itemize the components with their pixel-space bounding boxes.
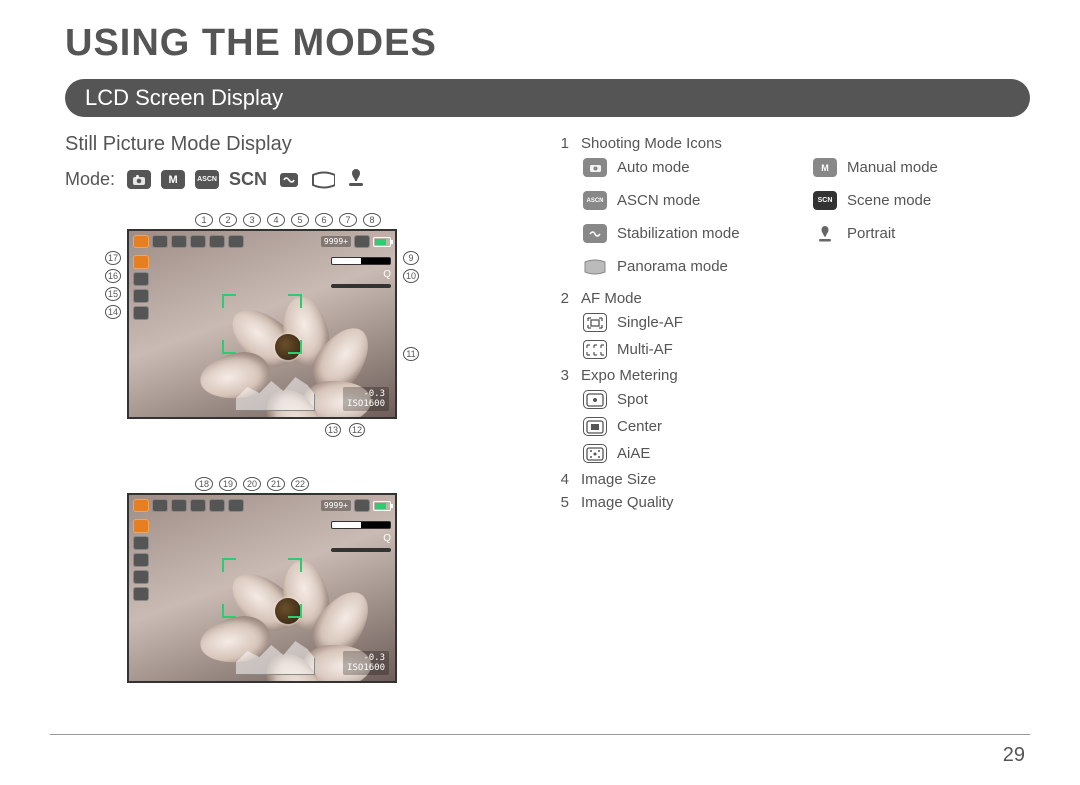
- subsection-title: Still Picture Mode Display: [65, 133, 525, 156]
- single-af-icon: [583, 313, 607, 332]
- info-readout: -0.3 ISO1600: [343, 387, 389, 411]
- quality-chip: [209, 235, 225, 248]
- legend-panel: 1 Shooting Mode Icons Auto mode M Manual…: [555, 129, 1030, 723]
- stabilization-icon: [583, 224, 607, 243]
- side-chip-4: [133, 306, 149, 320]
- info-readout: -0.3 ISO1600: [343, 651, 389, 675]
- portrait-icon: [813, 224, 837, 243]
- legend-single-af: Single-AF: [617, 314, 683, 331]
- metering-chip: [171, 235, 187, 248]
- legend-scene: Scene mode: [847, 192, 931, 209]
- legend-multi-af: Multi-AF: [617, 341, 673, 358]
- af-chip: [152, 235, 168, 248]
- callouts-left-1: 17 16 15 14: [105, 229, 121, 319]
- legend-ascn: ASCN mode: [617, 192, 700, 209]
- lcd-preview-1: 9999+: [127, 229, 397, 419]
- legend-4: 4 Image Size: [555, 471, 1030, 488]
- mode-label: Mode:: [65, 169, 115, 190]
- panorama-icon: [583, 257, 607, 276]
- spot-icon: [583, 390, 607, 409]
- callouts-top-1: 1 2 3 4 5 6 7 8: [105, 213, 525, 227]
- battery-icon: [373, 501, 391, 511]
- legend-1: 1 Shooting Mode Icons: [555, 135, 1030, 152]
- sd-chip: [354, 235, 370, 248]
- legend-stab: Stabilization mode: [617, 225, 740, 242]
- center-icon: [583, 417, 607, 436]
- footer-rule: [50, 734, 1030, 735]
- portrait-icon: [345, 166, 367, 193]
- side-chip-2: [133, 272, 149, 286]
- scn-icon: SCN: [813, 191, 837, 210]
- callouts-right-1: 9 10 11: [403, 229, 419, 361]
- battery-icon: [373, 237, 391, 247]
- stabilization-icon: [277, 170, 301, 189]
- side-chip-3: [133, 289, 149, 303]
- shooting-mode-chip: [133, 235, 149, 248]
- mode-line: Mode: M ASCN SCN: [65, 166, 525, 193]
- callouts-bottom-1: 13 12: [105, 423, 525, 437]
- chip-6: [228, 235, 244, 248]
- scn-icon-plain: SCN: [229, 169, 267, 190]
- legend-portrait: Portrait: [847, 225, 895, 242]
- callouts-top-2: 18 19 20 21 22: [105, 477, 525, 491]
- legend-5: 5 Image Quality: [555, 494, 1030, 511]
- lcd-preview-2: 9999+: [127, 493, 397, 683]
- page-title: USING THE MODES: [65, 22, 1030, 65]
- ascn-icon: ASCN: [195, 170, 219, 189]
- panorama-icon: [311, 170, 335, 189]
- manual-icon: M: [161, 170, 185, 189]
- legend-pano: Panorama mode: [617, 258, 728, 275]
- auto-icon: [583, 158, 607, 177]
- legend-aiae: AiAE: [617, 445, 650, 462]
- lcd-display-2: 18 19 20 21 22 .: [105, 477, 525, 683]
- page-number: 29: [1003, 744, 1025, 767]
- remaining-count: 9999+: [321, 500, 351, 511]
- side-chip-1: [133, 255, 149, 269]
- remaining-count: 9999+: [321, 236, 351, 247]
- multi-af-icon: [583, 340, 607, 359]
- iso-readout: ISO1600: [347, 399, 385, 409]
- auto-icon: [127, 170, 151, 189]
- ev-readout: -0.3: [347, 389, 385, 399]
- wb-bar: [331, 257, 391, 265]
- ascn-icon: ASCN: [583, 191, 607, 210]
- legend-2: 2 AF Mode: [555, 290, 1030, 307]
- shooting-mode-chip: [133, 499, 149, 512]
- legend-auto: Auto mode: [617, 159, 690, 176]
- zoom-indicator: Q: [383, 269, 391, 280]
- zoom-track: [331, 284, 391, 288]
- aiae-icon: [583, 444, 607, 463]
- af-brackets: [222, 558, 302, 618]
- af-brackets: [222, 294, 302, 354]
- legend-center: Center: [617, 418, 662, 435]
- legend-3: 3 Expo Metering: [555, 367, 1030, 384]
- legend-spot: Spot: [617, 391, 648, 408]
- legend-manual: Manual mode: [847, 159, 938, 176]
- size-chip: [190, 235, 206, 248]
- manual-icon: M: [813, 158, 837, 177]
- lcd-display-1: 1 2 3 4 5 6 7 8 17 16 15 14: [105, 213, 525, 437]
- section-header: LCD Screen Display: [65, 79, 1030, 117]
